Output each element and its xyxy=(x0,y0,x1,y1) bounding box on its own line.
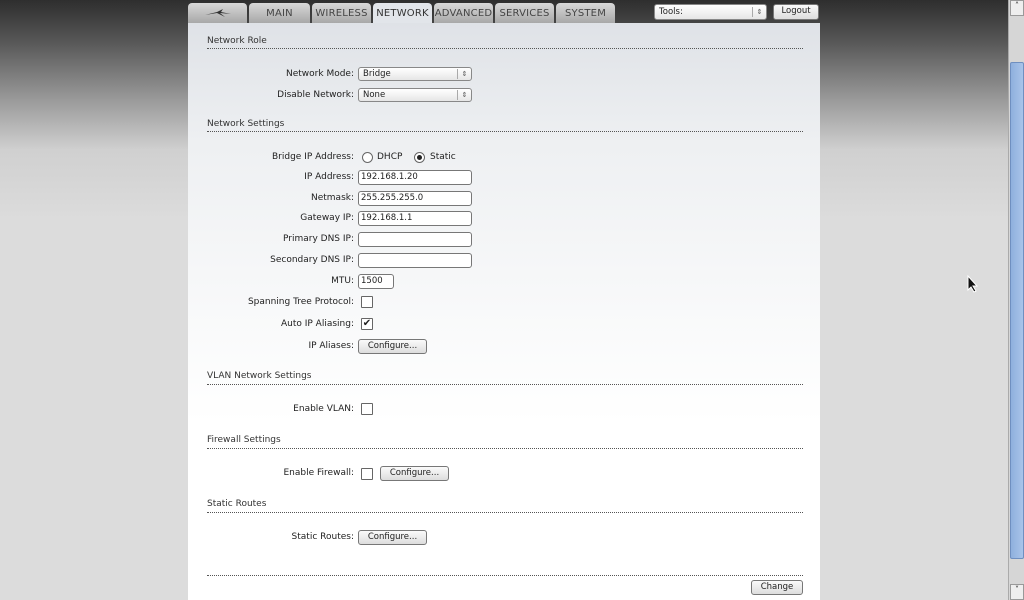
chevron-updown-icon: ⇕ xyxy=(457,69,471,79)
enable-vlan-label: Enable VLAN: xyxy=(293,404,354,414)
primary-dns-label: Primary DNS IP: xyxy=(283,234,354,244)
ip-aliases-configure-button[interactable]: Configure... xyxy=(358,339,427,354)
section-title-network-settings: Network Settings xyxy=(207,119,285,129)
divider xyxy=(207,448,803,449)
static-routes-label: Static Routes: xyxy=(291,532,354,542)
network-mode-select[interactable]: Bridge ⇕ xyxy=(358,67,472,81)
scrollbar-thumb[interactable] xyxy=(1010,62,1024,559)
disable-network-label: Disable Network: xyxy=(277,90,354,100)
divider xyxy=(207,575,803,576)
bridge-ip-label: Bridge IP Address: xyxy=(271,152,354,162)
dhcp-label: DHCP xyxy=(377,152,403,162)
netmask-label: Netmask: xyxy=(310,193,354,203)
tab-services[interactable]: SERVICES xyxy=(495,3,554,23)
secondary-dns-input[interactable] xyxy=(358,253,472,268)
disable-network-select[interactable]: None ⇕ xyxy=(358,88,472,102)
network-mode-label: Network Mode: xyxy=(286,69,354,79)
static-radio[interactable] xyxy=(414,152,425,163)
enable-vlan-checkbox[interactable] xyxy=(361,403,373,415)
firewall-configure-button[interactable]: Configure... xyxy=(380,466,449,481)
tab-network[interactable]: NETWORK xyxy=(373,3,432,24)
network-mode-value: Bridge xyxy=(363,69,391,79)
logo-icon xyxy=(204,9,231,17)
divider xyxy=(207,131,803,132)
divider xyxy=(207,384,803,385)
stp-checkbox[interactable] xyxy=(361,296,373,308)
scrollbar[interactable]: ˄ ˅ xyxy=(1008,0,1024,600)
stp-label: Spanning Tree Protocol: xyxy=(247,297,354,307)
section-title-static-routes: Static Routes xyxy=(207,499,267,509)
content-panel xyxy=(188,23,820,600)
checkmark-icon: ✔ xyxy=(362,318,372,329)
chevron-updown-icon: ⇕ xyxy=(752,7,766,17)
tools-select[interactable]: Tools: ⇕ xyxy=(654,4,767,20)
nav-tabs: MAIN WIRELESS NETWORK ADVANCED SERVICES … xyxy=(188,3,617,24)
mouse-cursor-icon xyxy=(967,275,979,293)
section-title-vlan: VLAN Network Settings xyxy=(207,371,312,381)
enable-firewall-checkbox[interactable] xyxy=(361,468,373,480)
divider xyxy=(207,48,803,49)
primary-dns-input[interactable] xyxy=(358,232,472,247)
dhcp-radio[interactable] xyxy=(362,152,373,163)
mtu-input[interactable]: 1500 xyxy=(358,274,394,289)
auto-ip-aliasing-label: Auto IP Aliasing: xyxy=(280,319,354,329)
mtu-label: MTU: xyxy=(331,276,354,286)
static-label: Static xyxy=(430,152,456,162)
logout-button[interactable]: Logout xyxy=(773,4,819,20)
ip-aliases-label: IP Aliases: xyxy=(308,341,354,351)
auto-ip-aliasing-checkbox[interactable]: ✔ xyxy=(361,318,373,330)
tab-advanced[interactable]: ADVANCED xyxy=(434,3,493,23)
gateway-input[interactable]: 192.168.1.1 xyxy=(358,211,472,226)
static-routes-configure-button[interactable]: Configure... xyxy=(358,530,427,545)
section-title-network-role: Network Role xyxy=(207,36,267,46)
divider xyxy=(207,512,803,513)
gateway-label: Gateway IP: xyxy=(300,213,354,223)
secondary-dns-label: Secondary DNS IP: xyxy=(270,255,354,265)
netmask-input[interactable]: 255.255.255.0 xyxy=(358,191,472,206)
tab-wireless[interactable]: WIRELESS xyxy=(312,3,371,23)
chevron-updown-icon: ⇕ xyxy=(457,90,471,100)
ip-address-label: IP Address: xyxy=(304,172,354,182)
tab-system[interactable]: SYSTEM xyxy=(556,3,615,23)
tab-main[interactable]: MAIN xyxy=(249,3,310,23)
change-button[interactable]: Change xyxy=(751,580,803,595)
enable-firewall-label: Enable Firewall: xyxy=(283,468,355,478)
ubiquiti-logo-tab[interactable] xyxy=(188,3,247,23)
section-title-firewall: Firewall Settings xyxy=(207,435,281,445)
scroll-up-icon[interactable]: ˄ xyxy=(1010,0,1024,16)
disable-network-value: None xyxy=(363,90,386,100)
ip-address-input[interactable]: 192.168.1.20 xyxy=(358,170,472,185)
tools-label: Tools: xyxy=(659,7,683,17)
scroll-down-icon[interactable]: ˅ xyxy=(1010,584,1024,600)
